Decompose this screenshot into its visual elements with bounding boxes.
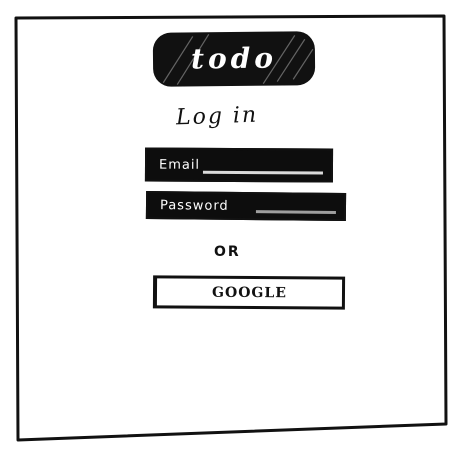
password-field-underline [255, 210, 336, 214]
or-separator: OR [214, 244, 241, 260]
app-logo: todo [152, 31, 316, 87]
email-field-underline [202, 170, 323, 175]
logo-text: todo [190, 41, 278, 76]
email-field[interactable]: Email [144, 147, 334, 183]
sketch-page: todo Log in Email Password OR GOOGLE [0, 0, 456, 452]
google-login-button[interactable]: GOOGLE [152, 275, 346, 310]
password-placeholder: Password [159, 197, 229, 214]
google-button-label: GOOGLE [212, 284, 287, 301]
email-placeholder: Email [158, 157, 201, 173]
login-heading: Log in [175, 102, 259, 131]
password-field[interactable]: Password [145, 190, 347, 222]
